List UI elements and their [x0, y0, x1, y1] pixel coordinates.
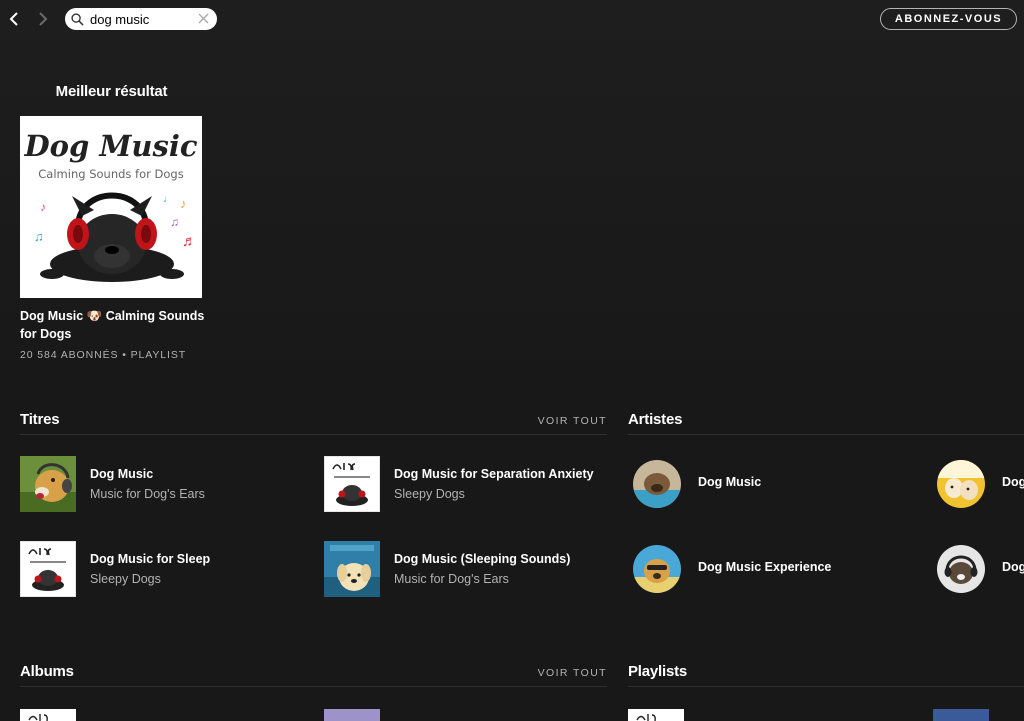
chevron-left-icon — [9, 12, 18, 26]
track-row[interactable]: Dog Music Music for Dog's Ears — [20, 456, 310, 512]
track-row[interactable]: Dog Music for Sleep Sleepy Dogs — [20, 541, 310, 597]
artists-heading: Artistes — [628, 411, 683, 428]
artist-item[interactable]: Dog Music Experience — [633, 545, 883, 593]
albums-heading: Albums — [20, 663, 74, 680]
dog-music-cover-art: Dog Music Calming Sounds for Dogs ♪ ♫ ♪ … — [20, 116, 202, 298]
artist-item[interactable]: Dog Music — [633, 460, 883, 508]
artist-avatar — [937, 460, 985, 508]
artist-item[interactable]: Dog — [937, 460, 1024, 508]
artist-item[interactable]: Dog — [937, 545, 1024, 593]
svg-text:♩: ♩ — [163, 194, 173, 205]
artist-name: Dog Music Experience — [698, 560, 832, 574]
titles-see-all-link[interactable]: VOIR TOUT — [538, 415, 607, 427]
svg-text:♪: ♪ — [40, 200, 46, 214]
album-thumbnail[interactable] — [324, 709, 380, 721]
artist-name: Dog — [1002, 560, 1024, 574]
back-button[interactable] — [3, 8, 25, 30]
artist-name: Dog — [1002, 475, 1024, 489]
track-artist[interactable]: Sleepy Dogs — [90, 572, 161, 586]
artist-avatar — [633, 545, 681, 593]
track-title: Dog Music — [90, 467, 154, 481]
playlists-section-header: Playlists — [628, 661, 1024, 687]
artist-avatar — [633, 460, 681, 508]
track-thumbnail — [20, 456, 76, 512]
track-row[interactable]: Dog Music for Separation Anxiety Sleepy … — [324, 456, 607, 512]
titles-heading: Titres — [20, 411, 60, 428]
cover-subtitle-art: Calming Sounds for Dogs — [38, 167, 183, 181]
track-artist[interactable]: Music for Dog's Ears — [90, 487, 205, 501]
top-bar: ABONNEZ-VOUS — [0, 0, 1024, 40]
artist-avatar — [937, 545, 985, 593]
track-artist[interactable]: Music for Dog's Ears — [394, 572, 509, 586]
best-result-meta: 20 584 ABONNÉS • PLAYLIST — [20, 349, 187, 361]
cover-title-art: Dog Music — [23, 129, 197, 163]
playlists-heading: Playlists — [628, 663, 688, 680]
album-thumbnail[interactable] — [20, 709, 76, 721]
search-input[interactable] — [90, 9, 198, 29]
playlist-thumbnail[interactable] — [628, 709, 684, 721]
close-icon[interactable] — [197, 12, 210, 25]
titles-section-header: Titres VOIR TOUT — [20, 409, 607, 435]
best-result-heading: Meilleur résultat — [55, 83, 168, 100]
playlist-thumbnail[interactable] — [933, 709, 989, 721]
albums-see-all-link[interactable]: VOIR TOUT — [538, 667, 607, 679]
track-thumbnail — [20, 541, 76, 597]
track-thumbnail — [324, 456, 380, 512]
albums-section-header: Albums VOIR TOUT — [20, 661, 607, 687]
svg-text:♫: ♫ — [34, 229, 44, 244]
search-icon — [71, 12, 85, 26]
svg-text:♬: ♬ — [182, 233, 197, 250]
chevron-right-icon — [39, 12, 48, 26]
svg-text:♪: ♪ — [180, 196, 187, 211]
track-title: Dog Music for Sleep — [90, 552, 211, 566]
search-bar — [65, 8, 217, 30]
track-title: Dog Music (Sleeping Sounds) — [394, 552, 571, 566]
subscribe-button[interactable]: ABONNEZ-VOUS — [880, 8, 1017, 30]
track-title: Dog Music for Separation Anxiety — [394, 467, 594, 481]
artist-name: Dog Music — [698, 475, 762, 489]
track-row[interactable]: Dog Music (Sleeping Sounds) Music for Do… — [324, 541, 607, 597]
track-artist[interactable]: Sleepy Dogs — [394, 487, 465, 501]
best-result-cover[interactable]: Dog Music Calming Sounds for Dogs ♪ ♫ ♪ … — [20, 116, 202, 298]
track-thumbnail — [324, 541, 380, 597]
best-result-title[interactable]: Dog Music 🐶 Calming Sounds for Dogs — [20, 307, 210, 343]
forward-button[interactable] — [32, 8, 54, 30]
artists-section-header: Artistes — [628, 409, 1024, 435]
svg-text:♫: ♫ — [170, 215, 179, 229]
